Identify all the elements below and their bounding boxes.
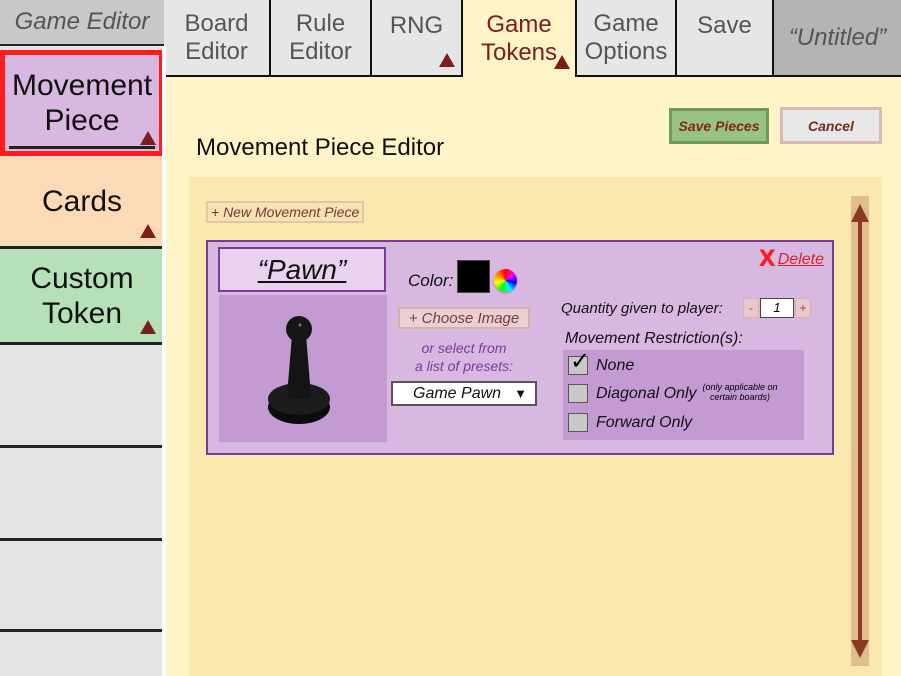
close-x-icon[interactable]: X xyxy=(759,247,776,272)
restriction-label: None xyxy=(596,356,635,374)
choose-image-button[interactable]: + Choose Image xyxy=(398,307,530,329)
sidebar-empty-slot xyxy=(0,345,164,448)
sidebar: Movement Piece Cards Custom Token xyxy=(0,46,164,676)
app-title: Game Editor xyxy=(0,0,164,46)
tab-label: Rule Editor xyxy=(289,9,352,65)
arrow-up-icon[interactable] xyxy=(851,204,869,222)
quantity-input[interactable]: 1 xyxy=(760,298,794,318)
vertical-scrollbar[interactable] xyxy=(851,196,869,666)
sidebar-item-label: Movement Piece xyxy=(11,69,153,137)
cancel-button[interactable]: Cancel xyxy=(780,107,882,144)
color-swatch[interactable] xyxy=(457,260,490,293)
checkmark-icon: ✓ xyxy=(570,347,591,375)
tab-label: “Untitled” xyxy=(788,23,887,51)
restriction-option-forward[interactable]: Forward Only xyxy=(568,413,692,432)
quantity-label: Quantity given to player: xyxy=(561,300,723,317)
sidebar-item-label: Cards xyxy=(41,185,123,218)
piece-card: “Pawn” Color: + Choose Image or select f… xyxy=(206,240,834,455)
tab-rule-editor[interactable]: Rule Editor xyxy=(271,0,372,77)
piece-image xyxy=(219,295,387,442)
sidebar-empty-slot xyxy=(0,632,164,676)
restriction-label: Diagonal Only xyxy=(596,384,697,402)
piece-name-field[interactable]: “Pawn” xyxy=(218,247,386,292)
quantity-decrement-button[interactable]: - xyxy=(743,298,759,318)
checkbox[interactable] xyxy=(568,413,588,432)
restriction-option-none[interactable]: ✓ None xyxy=(568,347,635,375)
sidebar-empty-slot xyxy=(0,541,164,632)
caret-down-icon: ▼ xyxy=(514,386,527,401)
sidebar-item-label: Custom Token xyxy=(30,261,134,330)
tab-save[interactable]: Save xyxy=(677,0,774,77)
tab-label: Board Editor xyxy=(184,9,249,65)
restriction-label: Forward Only xyxy=(596,413,693,431)
sidebar-divider xyxy=(162,46,166,676)
restriction-note: (only applicable on certain boards) xyxy=(702,381,778,402)
tab-rng[interactable]: RNG xyxy=(372,0,463,77)
delete-link[interactable]: Delete xyxy=(778,251,824,269)
tab-board-editor[interactable]: Board Editor xyxy=(164,0,271,77)
scroll-track-line xyxy=(858,208,862,654)
tab-label: Save xyxy=(697,12,752,39)
restriction-option-diagonal[interactable]: Diagonal Only (only applicable on certai… xyxy=(568,381,778,403)
quantity-increment-button[interactable]: + xyxy=(795,298,811,318)
color-label: Color: xyxy=(408,271,454,290)
game-title-label: “Untitled” xyxy=(774,0,901,77)
sidebar-item-movement-piece[interactable]: Movement Piece xyxy=(0,50,164,156)
tab-game-options[interactable]: Game Options xyxy=(577,0,677,77)
sidebar-item-custom-token[interactable]: Custom Token xyxy=(0,249,164,345)
triangle-up-icon xyxy=(140,320,156,334)
checkbox[interactable] xyxy=(568,384,588,403)
game-pawn-icon xyxy=(268,316,330,424)
triangle-up-icon xyxy=(554,55,570,69)
checkbox[interactable]: ✓ xyxy=(568,347,590,375)
color-wheel-icon[interactable] xyxy=(494,269,517,292)
restrictions-list: ✓ None Diagonal Only (only applicable on… xyxy=(563,347,804,440)
triangle-up-icon xyxy=(140,131,156,145)
piece-list-panel: + New Movement Piece “Pawn” Color: + Cho… xyxy=(189,177,882,676)
sidebar-empty-slot xyxy=(0,448,164,541)
preset-selected-value: Game Pawn xyxy=(413,384,502,402)
arrow-down-icon[interactable] xyxy=(851,640,869,658)
restrictions-label: Movement Restriction(s): xyxy=(565,330,743,347)
tab-label: Game Tokens xyxy=(480,10,558,66)
page-title: Movement Piece Editor xyxy=(196,134,445,161)
new-movement-piece-button[interactable]: + New Movement Piece xyxy=(206,201,365,223)
tab-game-tokens[interactable]: Game Tokens xyxy=(463,0,577,77)
preset-hint: or select from a list of presets: xyxy=(414,340,514,374)
sidebar-item-cards[interactable]: Cards xyxy=(0,157,164,249)
preset-select[interactable]: Game Pawn ▼ xyxy=(391,381,537,406)
save-pieces-button[interactable]: Save Pieces xyxy=(669,108,769,144)
delete-piece[interactable]: X Delete xyxy=(759,247,824,272)
tab-label: Game Options xyxy=(584,9,668,65)
triangle-up-icon xyxy=(439,53,455,67)
tab-label: RNG xyxy=(389,12,444,39)
triangle-up-icon xyxy=(140,224,156,238)
